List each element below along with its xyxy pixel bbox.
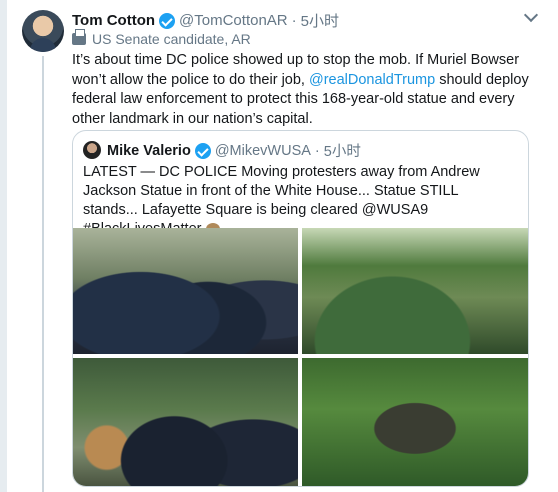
- quote-author-avatar: [83, 141, 101, 159]
- verified-badge-icon: [194, 142, 211, 159]
- photo-police-line[interactable]: [73, 228, 298, 354]
- tweet-text: It’s about time DC police showed up to s…: [72, 51, 532, 129]
- chevron-down-icon[interactable]: [523, 7, 539, 23]
- tweet-time[interactable]: 5小时: [301, 10, 339, 31]
- quote-text-body: LATEST — DC POLICE Moving protesters awa…: [83, 164, 480, 237]
- photo-jackson-statue[interactable]: [302, 358, 528, 486]
- ballot-box-icon: [72, 29, 86, 45]
- quoted-tweet[interactable]: Mike Valerio @MikevWUSA · 5小时 LATEST — D…: [72, 130, 529, 487]
- quote-header: Mike Valerio @MikevWUSA · 5小时: [107, 140, 361, 161]
- photo-park-bicycles[interactable]: [302, 228, 528, 354]
- author-name[interactable]: Tom Cotton: [72, 12, 155, 29]
- author-avatar[interactable]: [22, 10, 64, 52]
- separator-dot: ·: [314, 142, 320, 159]
- tweet-header: Tom Cotton @TomCottonAR · 5小时: [72, 10, 339, 31]
- mention-link[interactable]: @realDonaldTrump: [309, 72, 435, 88]
- quote-author-handle: @MikevWUSA: [214, 142, 311, 159]
- thread-line: [42, 56, 44, 492]
- photo-officers-fence[interactable]: [73, 358, 298, 486]
- media-grid: [73, 228, 528, 486]
- quote-author-name: Mike Valerio: [107, 142, 191, 159]
- separator-dot: ·: [291, 12, 297, 29]
- author-handle[interactable]: @TomCottonAR: [179, 12, 288, 29]
- tweet[interactable]: Tom Cotton @TomCottonAR · 5小时 US Senate …: [0, 0, 558, 492]
- verified-badge-icon: [159, 12, 176, 29]
- account-label-text: US Senate candidate, AR: [92, 31, 251, 47]
- account-label: US Senate candidate, AR: [72, 29, 251, 47]
- quote-time: 5小时: [323, 144, 361, 160]
